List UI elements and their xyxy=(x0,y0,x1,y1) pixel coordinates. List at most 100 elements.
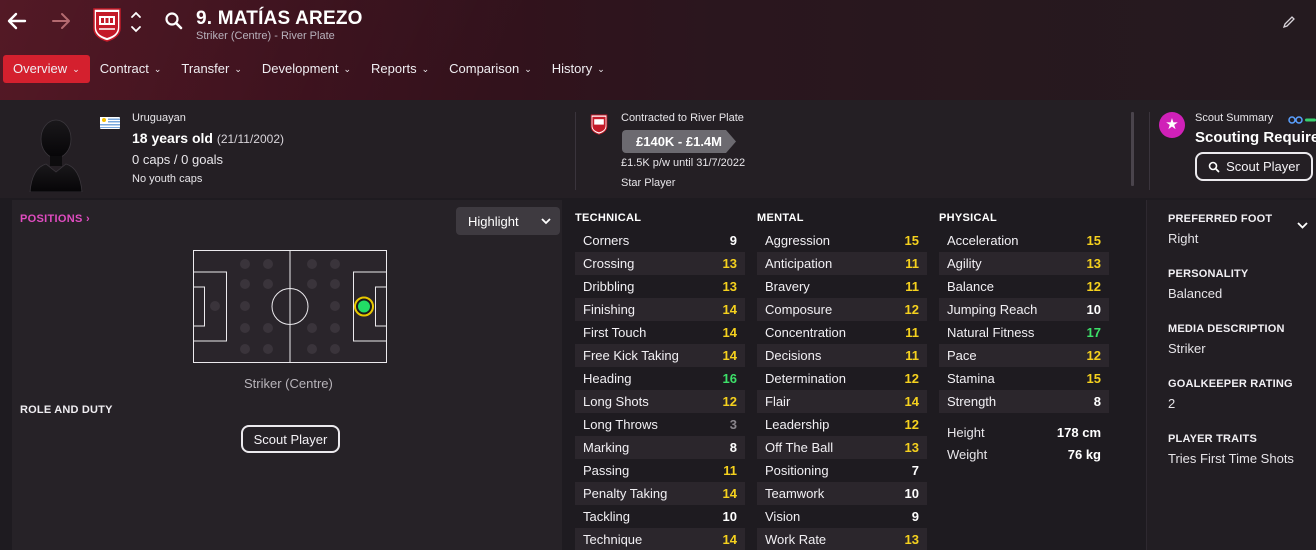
squad-status: Star Player xyxy=(621,177,676,189)
attribute-name: Marking xyxy=(583,440,630,455)
attribute-row[interactable]: Marking 8 xyxy=(575,436,745,459)
attribute-row[interactable]: Bravery 11 xyxy=(757,275,927,298)
attribute-row[interactable]: Jumping Reach 10 xyxy=(939,298,1109,321)
tab-reports[interactable]: Reports ⌄ xyxy=(361,55,439,83)
tab-development[interactable]: Development ⌄ xyxy=(252,55,361,83)
back-arrow-icon[interactable] xyxy=(6,10,28,39)
attribute-value: 12 xyxy=(904,417,919,432)
attribute-value: 3 xyxy=(729,417,737,432)
attribute-row[interactable]: Heading 16 xyxy=(575,367,745,390)
role-duty-label: ROLE AND DUTY xyxy=(20,404,113,416)
attribute-row[interactable]: Technique 14 xyxy=(575,528,745,550)
attribute-row[interactable]: Dribbling 13 xyxy=(575,275,745,298)
attribute-row[interactable]: Off The Ball 13 xyxy=(757,436,927,459)
highlight-dropdown[interactable]: Highlight xyxy=(456,207,560,235)
attribute-row[interactable]: Acceleration 15 xyxy=(939,229,1109,252)
attribute-row[interactable]: Corners 9 xyxy=(575,229,745,252)
attribute-row[interactable]: Natural Fitness 17 xyxy=(939,321,1109,344)
attribute-row[interactable]: Anticipation 11 xyxy=(757,252,927,275)
attribute-row[interactable]: Finishing 14 xyxy=(575,298,745,321)
attribute-row[interactable]: Pace 12 xyxy=(939,344,1109,367)
attribute-row[interactable]: Concentration 11 xyxy=(757,321,927,344)
search-icon[interactable] xyxy=(164,11,184,36)
attribute-row[interactable]: Long Throws 3 xyxy=(575,413,745,436)
attribute-name: Work Rate xyxy=(765,532,827,547)
tab-bar: Overview ⌄ Contract ⌄ Transfer ⌄ Developmen… xyxy=(3,55,615,83)
chevron-down-icon xyxy=(540,217,551,224)
attribute-row[interactable]: Composure 12 xyxy=(757,298,927,321)
attribute-row[interactable]: Penalty Taking 14 xyxy=(575,482,745,505)
tab-transfer[interactable]: Transfer ⌄ xyxy=(171,55,251,83)
player-subtitle[interactable]: Striker (Centre) - River Plate xyxy=(196,30,335,42)
nationality[interactable]: Uruguayan xyxy=(132,112,186,124)
attribute-row[interactable]: Flair 14 xyxy=(757,390,927,413)
contract-status[interactable]: Contracted to River Plate xyxy=(621,112,744,124)
scout-player-button[interactable]: Scout Player xyxy=(1195,152,1313,181)
attribute-value: 10 xyxy=(1086,302,1101,317)
club-crest-icon[interactable] xyxy=(92,6,122,42)
attribute-value: 8 xyxy=(729,440,737,455)
tab-contract[interactable]: Contract ⌄ xyxy=(90,55,172,83)
attribute-value: 14 xyxy=(722,532,737,547)
goalkeeper-rating: GOALKEEPER RATING 2 xyxy=(1168,378,1293,411)
attribute-row[interactable]: Positioning 7 xyxy=(757,459,927,482)
attribute-name: Jumping Reach xyxy=(947,302,1038,317)
technical-attributes: TECHNICAL Corners 9 Crossing 13 Dribbling 13 F… xyxy=(575,211,745,550)
attribute-row[interactable]: Vision 9 xyxy=(757,505,927,528)
edit-icon[interactable] xyxy=(1282,15,1296,32)
scout-player-button-secondary[interactable]: Scout Player xyxy=(241,425,340,453)
attribute-row[interactable]: Determination 12 xyxy=(757,367,927,390)
attribute-row[interactable]: Aggression 15 xyxy=(757,229,927,252)
attribute-value: 15 xyxy=(1086,371,1101,386)
attribute-name: Technique xyxy=(583,532,643,547)
attribute-row[interactable]: First Touch 14 xyxy=(575,321,745,344)
attribute-name: Flair xyxy=(765,394,791,409)
attribute-name: Strength xyxy=(947,394,997,409)
tab-history[interactable]: History ⌄ xyxy=(542,55,615,83)
attribute-value: 13 xyxy=(722,256,737,271)
attribute-name: Agility xyxy=(947,256,982,271)
age: 18 years old (21/11/2002) xyxy=(132,130,284,146)
tab-overview[interactable]: Overview ⌄ xyxy=(3,55,90,83)
attribute-value: 8 xyxy=(1093,394,1101,409)
attribute-value: 11 xyxy=(905,348,919,363)
positions-link[interactable]: POSITIONS › xyxy=(20,213,90,225)
mental-attributes: MENTAL Aggression 15 Anticipation 11 Bravery… xyxy=(757,211,927,550)
attribute-row[interactable]: Agility 13 xyxy=(939,252,1109,275)
attribute-row[interactable]: Passing 11 xyxy=(575,459,745,482)
attribute-value: 12 xyxy=(722,394,737,409)
chevron-down-icon[interactable] xyxy=(1297,217,1308,235)
attribute-value: 14 xyxy=(722,348,737,363)
attribute-name: Concentration xyxy=(765,325,846,340)
attribute-name: Composure xyxy=(765,302,833,317)
attribute-value: 9 xyxy=(729,233,737,248)
attribute-row[interactable]: Decisions 11 xyxy=(757,344,927,367)
scrollbar[interactable] xyxy=(1131,112,1134,186)
attribute-row[interactable]: Stamina 15 xyxy=(939,367,1109,390)
tab-comparison[interactable]: Comparison ⌄ xyxy=(439,55,542,83)
attribute-value: 13 xyxy=(904,440,919,455)
attribute-row[interactable]: Teamwork 10 xyxy=(757,482,927,505)
attribute-row[interactable]: Strength 8 xyxy=(939,390,1109,413)
transfer-value-badge[interactable]: £140K - £1.4M xyxy=(622,130,736,153)
attribute-name: Passing xyxy=(583,463,630,478)
attribute-value: 12 xyxy=(1086,348,1101,363)
pitch-diagram xyxy=(193,250,387,368)
attribute-row[interactable]: Free Kick Taking 14 xyxy=(575,344,745,367)
attribute-row[interactable]: Tackling 10 xyxy=(575,505,745,528)
attribute-row[interactable]: Balance 12 xyxy=(939,275,1109,298)
attribute-row[interactable]: Crossing 13 xyxy=(575,252,745,275)
attribute-name: Crossing xyxy=(583,256,635,271)
attribute-value: 7 xyxy=(911,463,919,478)
attribute-row[interactable]: Long Shots 12 xyxy=(575,390,745,413)
club-switch-icon[interactable] xyxy=(130,8,142,40)
chevron-down-icon: ⌄ xyxy=(421,64,430,74)
attribute-name: Heading xyxy=(583,371,632,386)
attribute-name: Leadership xyxy=(765,417,830,432)
attribute-row[interactable]: Leadership 12 xyxy=(757,413,927,436)
scout-summary-title: Scout Summary xyxy=(1195,112,1274,124)
attribute-value: 11 xyxy=(905,279,919,294)
attribute-row[interactable]: Work Rate 13 xyxy=(757,528,927,550)
chevron-down-icon: ⌄ xyxy=(72,64,80,74)
forward-arrow-icon[interactable] xyxy=(50,10,72,39)
